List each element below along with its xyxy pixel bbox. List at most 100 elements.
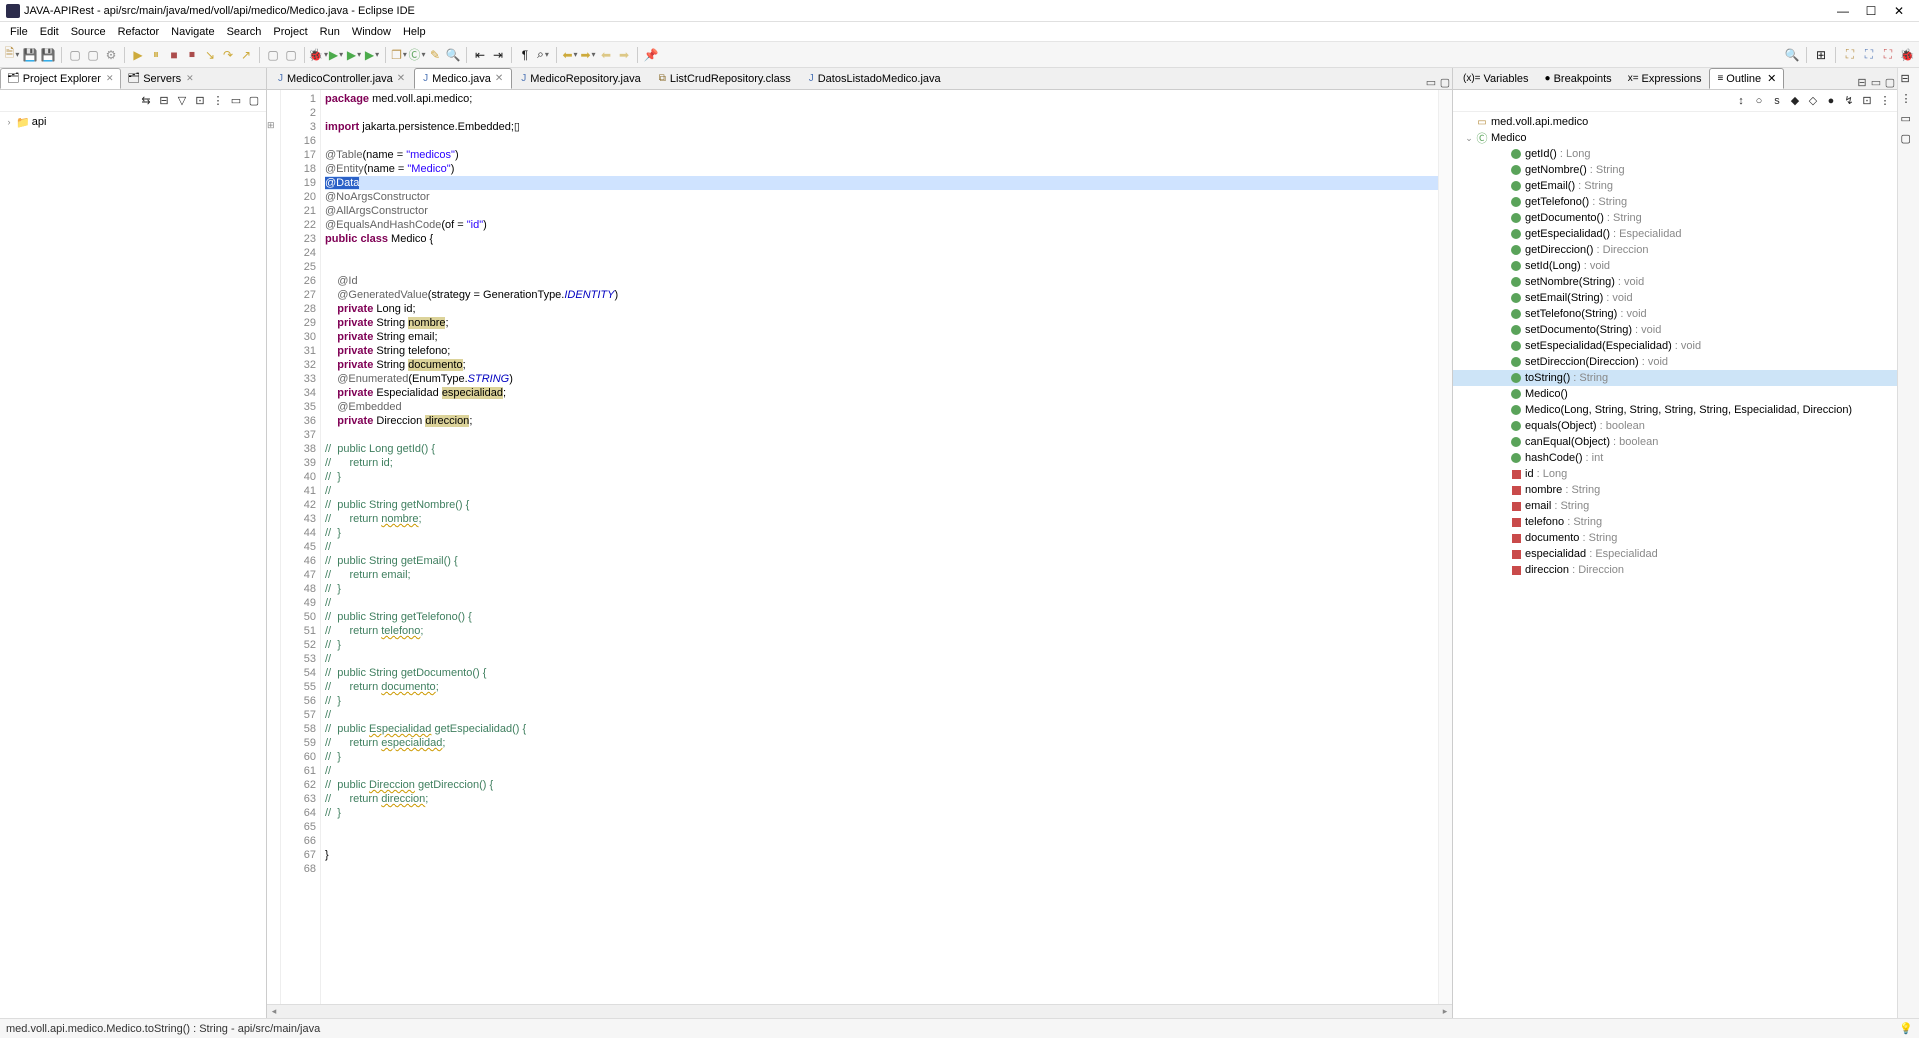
tree-root-api[interactable]: › api	[4, 114, 262, 130]
box1-icon[interactable]	[67, 47, 83, 63]
coverage-icon[interactable]: ▾	[346, 47, 362, 63]
step-over-icon[interactable]: ↷	[220, 47, 236, 63]
trim-3-icon[interactable]: ▭	[1901, 112, 1917, 128]
outline-especialidad[interactable]: especialidad : Especialidad	[1453, 546, 1897, 562]
save-icon[interactable]	[22, 47, 38, 63]
code-line-29[interactable]: private String nombre;	[325, 316, 1438, 330]
view-tab-servers[interactable]: 🗂Servers✕	[121, 68, 201, 89]
nav-1-icon[interactable]	[598, 47, 614, 63]
menu-edit[interactable]: Edit	[34, 24, 65, 40]
code-line-28[interactable]: private Long id;	[325, 302, 1438, 316]
sort-icon[interactable]: ↕	[1733, 93, 1749, 109]
para-icon[interactable]: ¶	[517, 47, 533, 63]
hide-local-icon[interactable]: ◇	[1805, 93, 1821, 109]
box4-icon[interactable]	[283, 47, 299, 63]
step-into-icon[interactable]: ↘	[202, 47, 218, 63]
outline-getemail--[interactable]: getEmail() : String	[1453, 178, 1897, 194]
o2-icon[interactable]: ↯	[1841, 93, 1857, 109]
code-line-22[interactable]: @EqualsAndHashCode(of = "id")	[325, 218, 1438, 232]
code-line-2[interactable]	[325, 106, 1438, 120]
persp-debug-icon[interactable]	[1899, 47, 1915, 63]
outline-gettelefono--[interactable]: getTelefono() : String	[1453, 194, 1897, 210]
trim-1-icon[interactable]: ⊟	[1901, 72, 1917, 88]
code-line-47[interactable]: // return email;	[325, 568, 1438, 582]
code-line-20[interactable]: @NoArgsConstructor	[325, 190, 1438, 204]
outline-hashcode--[interactable]: hashCode() : int	[1453, 450, 1897, 466]
code-line-44[interactable]: // }	[325, 526, 1438, 540]
max-icon[interactable]: ▢	[246, 93, 262, 109]
trim-2-icon[interactable]: ⋮	[1901, 92, 1917, 108]
new-icon[interactable]: ▾	[4, 47, 20, 63]
overview-ruler[interactable]	[1438, 90, 1452, 1004]
save-all-icon[interactable]	[40, 47, 56, 63]
code-line-36[interactable]: private Direccion direccion;	[325, 414, 1438, 428]
close-button[interactable]: ✕	[1885, 4, 1913, 18]
outline-setid-long-[interactable]: setId(Long) : void	[1453, 258, 1897, 274]
editor-hscroll[interactable]: ◂▸	[267, 1004, 1452, 1018]
code-line-60[interactable]: // }	[325, 750, 1438, 764]
code-line-54[interactable]: // public String getDocumento() {	[325, 666, 1438, 680]
code-line-63[interactable]: // return direccion;	[325, 792, 1438, 806]
code-line-58[interactable]: // public Especialidad getEspecialidad()…	[325, 722, 1438, 736]
run-last-icon[interactable]: ▾	[364, 47, 380, 63]
code-line-39[interactable]: // return id;	[325, 456, 1438, 470]
terminate-icon[interactable]	[166, 47, 182, 63]
tip-bulb-icon[interactable]	[1899, 1022, 1913, 1035]
editor-tab-medicorepository-java[interactable]: JMedicoRepository.java	[512, 68, 649, 89]
editor-tab-listcrudrepository-class[interactable]: ⧉ListCrudRepository.class	[650, 68, 800, 89]
outline-id[interactable]: id : Long	[1453, 466, 1897, 482]
code-line-55[interactable]: // return documento;	[325, 680, 1438, 694]
menu-refactor[interactable]: Refactor	[112, 24, 166, 40]
code-line-33[interactable]: @Enumerated(EnumType.STRING)	[325, 372, 1438, 386]
outline-setnombre-string-[interactable]: setNombre(String) : void	[1453, 274, 1897, 290]
sf-icon[interactable]: ⌕▾	[535, 47, 551, 63]
editor-tab-datoslistadomedico-java[interactable]: JDatosListadoMedico.java	[800, 68, 950, 89]
code-line-43[interactable]: // return nombre;	[325, 512, 1438, 526]
editor-min-icon[interactable]: ▭	[1424, 76, 1438, 89]
collapse-icon[interactable]: ⇆	[138, 93, 154, 109]
code-line-51[interactable]: // return telefono;	[325, 624, 1438, 638]
outline-documento[interactable]: documento : String	[1453, 530, 1897, 546]
outline-tree[interactable]: med.voll.api.medico⌄MedicogetId() : Long…	[1453, 112, 1897, 1018]
outline-setespecialidad-especialidad-[interactable]: setEspecialidad(Especialidad) : void	[1453, 338, 1897, 354]
editor-max-icon[interactable]: ▢	[1438, 76, 1452, 89]
code-line-53[interactable]: //	[325, 652, 1438, 666]
code-line-18[interactable]: @Entity(name = "Medico")	[325, 162, 1438, 176]
wand-icon[interactable]: ✎	[427, 47, 443, 63]
pin-icon[interactable]: 📌	[643, 47, 659, 63]
outline-setdocumento-string-[interactable]: setDocumento(String) : void	[1453, 322, 1897, 338]
outline-equals-object-[interactable]: equals(Object) : boolean	[1453, 418, 1897, 434]
menu-window[interactable]: Window	[346, 24, 397, 40]
code-line-19[interactable]: @Data	[325, 176, 1438, 190]
box2-icon[interactable]	[85, 47, 101, 63]
indent-icon[interactable]: ⇥	[490, 47, 506, 63]
nav-2-icon[interactable]	[616, 47, 632, 63]
persp-java-icon[interactable]: ⛶	[1842, 47, 1858, 63]
code-line-65[interactable]	[325, 820, 1438, 834]
new-pkg-icon[interactable]: ❐▾	[391, 47, 407, 63]
outline-getid--[interactable]: getId() : Long	[1453, 146, 1897, 162]
new-class-icon[interactable]: Ⓒ▾	[409, 47, 425, 63]
outline-medico--[interactable]: Medico()	[1453, 386, 1897, 402]
right-tab-breakpoints[interactable]: ●Breakpoints	[1537, 68, 1620, 89]
step-return-icon[interactable]: ↗	[238, 47, 254, 63]
outline-getdocumento--[interactable]: getDocumento() : String	[1453, 210, 1897, 226]
code-line-32[interactable]: private String documento;	[325, 358, 1438, 372]
minimize-button[interactable]: —	[1829, 4, 1857, 18]
code-line-56[interactable]: // }	[325, 694, 1438, 708]
maximize-button[interactable]: ☐	[1857, 4, 1885, 18]
view-tab-project-explorer[interactable]: 🗂Project Explorer✕	[0, 68, 121, 89]
code-line-23[interactable]: public class Medico {	[325, 232, 1438, 246]
project-tree[interactable]: › api	[0, 112, 266, 1018]
code-line-37[interactable]	[325, 428, 1438, 442]
right-tab-expressions[interactable]: x=Expressions	[1620, 68, 1710, 89]
menu-source[interactable]: Source	[65, 24, 112, 40]
code-line-24[interactable]	[325, 246, 1438, 260]
outline-tostring--[interactable]: toString() : String	[1453, 370, 1897, 386]
debug-icon[interactable]: ▾	[310, 47, 326, 63]
filter-icon[interactable]: ▽	[174, 93, 190, 109]
outline-package[interactable]: med.voll.api.medico	[1453, 114, 1897, 130]
outline-email[interactable]: email : String	[1453, 498, 1897, 514]
code-line-62[interactable]: // public Direccion getDireccion() {	[325, 778, 1438, 792]
right-max-icon[interactable]: ▢	[1883, 76, 1897, 89]
